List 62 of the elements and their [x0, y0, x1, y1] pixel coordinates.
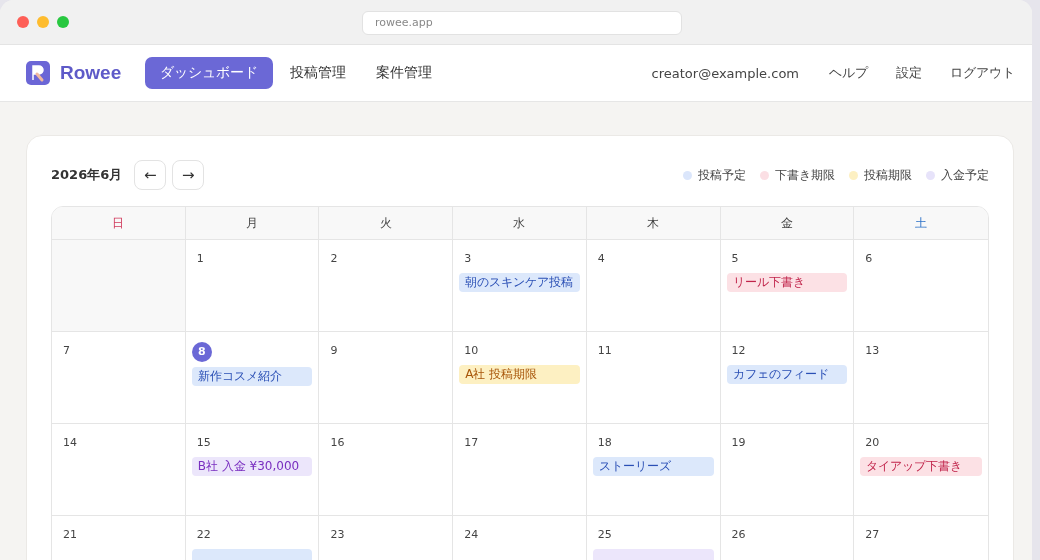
weekday-label: 月 [246, 214, 259, 232]
nav-link[interactable]: 設定 [896, 64, 922, 82]
legend-label: 下書き期限 [775, 167, 835, 183]
weekday-label: 木 [647, 214, 660, 232]
close-icon[interactable] [17, 16, 29, 28]
date-number: 23 [330, 527, 345, 543]
date-number: 25 [597, 527, 612, 543]
date-number: 10 [464, 343, 479, 359]
date-number: 18 [597, 435, 612, 451]
nav-tab[interactable]: 案件管理 [361, 57, 448, 89]
date-number: 1 [196, 251, 204, 267]
legend-label: 入金予定 [941, 167, 989, 183]
nav-tab[interactable]: ダッシュボード [145, 57, 274, 89]
date-number: 5 [731, 251, 739, 267]
event-chip[interactable]: 朝のスキンケア投稿 [459, 273, 580, 292]
date-number: 9 [330, 343, 338, 359]
event-chip[interactable]: 新作コスメ紹介 [191, 367, 313, 386]
month-title: 2026年6月 [51, 166, 123, 184]
date-number: 2 [330, 251, 338, 267]
date-number: 22 [196, 527, 211, 543]
date-number: 16 [330, 435, 345, 451]
date-number: 4 [597, 251, 605, 267]
date-number: 27 [865, 527, 880, 543]
address-bar[interactable]: rowee.app [362, 11, 682, 35]
minimize-icon[interactable] [37, 16, 49, 28]
legend-label: 投稿期限 [864, 167, 912, 183]
weekday-label: 火 [379, 214, 392, 232]
event-chip[interactable]: A社 投稿期限 [459, 365, 580, 384]
nav-link[interactable]: ヘルプ [829, 64, 868, 82]
event-chip[interactable]: リール下書き [726, 273, 848, 292]
date-number: 20 [865, 435, 880, 451]
date-number: 15 [196, 435, 211, 451]
date-number: 12 [731, 343, 746, 359]
event-chip[interactable]: ストーリーズ [592, 457, 714, 476]
date-number: 26 [731, 527, 746, 543]
today-date: 8 [191, 342, 212, 362]
date-number: 19 [731, 435, 746, 451]
event-chip[interactable]: カフェのフィード [726, 365, 848, 384]
date-number: 7 [63, 343, 70, 359]
date-number: 24 [464, 527, 479, 543]
date-number: 13 [865, 343, 880, 359]
date-number: 21 [63, 527, 77, 543]
next-month-button[interactable]: → [172, 160, 205, 190]
weekday-label: 土 [915, 214, 928, 232]
date-number: 17 [464, 435, 479, 451]
event-chip[interactable]: B社 入金 ¥30,000 [191, 457, 313, 476]
nav-link[interactable]: ログアウト [950, 64, 1015, 82]
event-chip[interactable]: タイアップ下書き [860, 457, 982, 476]
date-number: 11 [597, 343, 612, 359]
weekday-label: 日 [112, 214, 125, 232]
weekday-label: 水 [513, 214, 526, 232]
account-email: creator@example.com [651, 65, 799, 81]
date-number: 6 [865, 251, 873, 267]
weekday-label: 金 [780, 214, 793, 232]
brand-name[interactable]: Rowee [60, 62, 122, 84]
logo-icon [26, 61, 50, 85]
date-number: 14 [63, 435, 77, 451]
legend-label: 投稿予定 [698, 167, 746, 183]
previous-month-button[interactable]: ← [134, 160, 167, 190]
nav-tab[interactable]: 投稿管理 [275, 57, 362, 89]
date-number: 3 [464, 251, 472, 267]
maximize-icon[interactable] [57, 16, 69, 28]
